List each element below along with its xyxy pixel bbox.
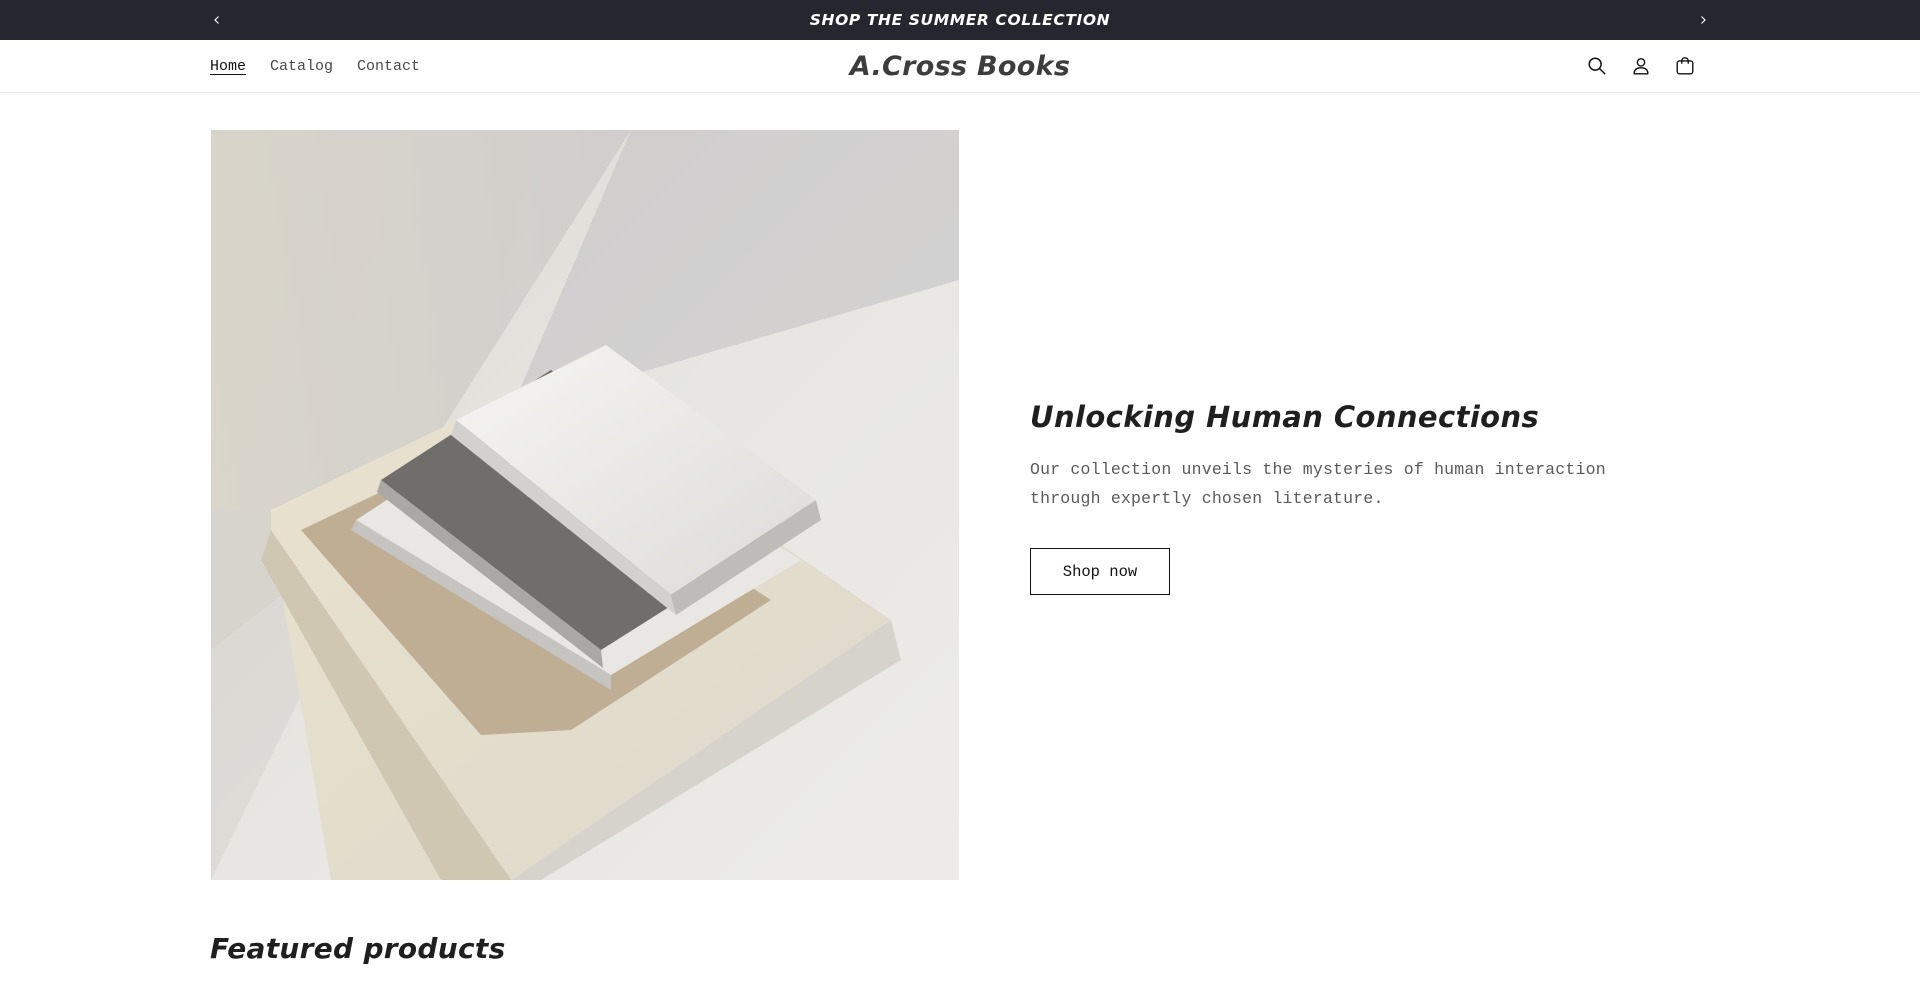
search-icon[interactable] [1585, 54, 1609, 78]
hero-description: Our collection unveils the mysteries of … [1030, 459, 1606, 508]
account-icon[interactable] [1629, 54, 1653, 78]
chevron-right-icon[interactable] [1688, 0, 1718, 40]
hero-image [211, 130, 959, 880]
announcement-message[interactable]: SHOP THE SUMMER COLLECTION [560, 0, 1360, 40]
featured-products-heading: Featured products [210, 932, 506, 965]
hero-content: Unlocking Human Connections Our collecti… [1030, 400, 1650, 513]
nav-catalog[interactable]: Catalog [270, 58, 333, 75]
header-icons [1585, 40, 1697, 92]
brand-logo[interactable]: A.Cross Books [760, 40, 1160, 92]
announcement-bar: SHOP THE SUMMER COLLECTION [0, 0, 1920, 40]
nav-home[interactable]: Home [210, 58, 246, 75]
main-nav: Home Catalog Contact [210, 40, 420, 92]
chevron-left-icon[interactable] [202, 0, 232, 40]
hero-title: Unlocking Human Connections [1030, 400, 1540, 434]
shop-now-button[interactable]: Shop now [1030, 548, 1170, 595]
nav-contact[interactable]: Contact [357, 58, 420, 75]
cart-icon[interactable] [1673, 54, 1697, 78]
site-header: Home Catalog Contact A.Cross Books [0, 40, 1920, 93]
